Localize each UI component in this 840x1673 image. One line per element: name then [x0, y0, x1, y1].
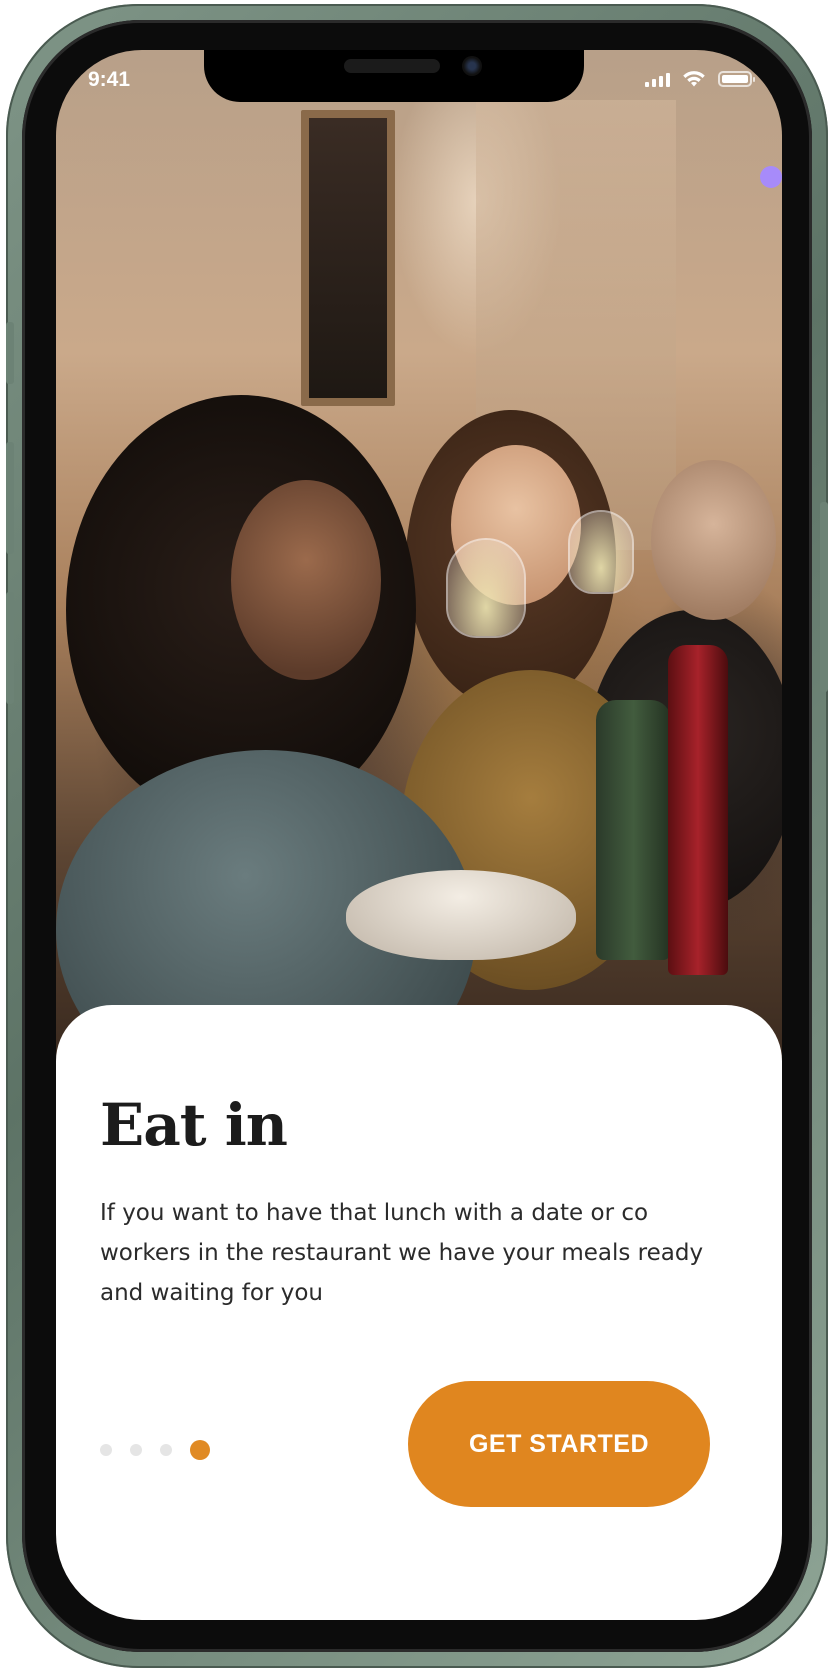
volume-down-button [6, 592, 14, 704]
card-description: If you want to have that lunch with a da… [100, 1200, 704, 1306]
pagination-dot[interactable] [160, 1444, 172, 1456]
wifi-icon [683, 71, 705, 87]
indicator-dot [760, 166, 782, 188]
onboarding-card: Eat in If you want to have that lunch wi… [56, 1005, 782, 1620]
mute-switch [6, 322, 14, 384]
front-camera [462, 56, 482, 76]
power-button [820, 502, 828, 692]
pagination-dot-active[interactable] [190, 1440, 210, 1460]
photo-wine-glass [570, 512, 632, 592]
app-screen: 9:41 Eat in If you want to have that lun… [56, 50, 782, 1620]
status-icons [645, 70, 755, 87]
speaker-grille [344, 59, 440, 73]
hero-photo [56, 50, 782, 1110]
volume-up-button [6, 442, 14, 554]
signal-bars-icon [645, 73, 670, 87]
card-title: Eat in [100, 1091, 288, 1159]
photo-wall-frame [301, 110, 395, 406]
photo-wine-glass [448, 540, 524, 636]
photo-person-right-face [651, 460, 776, 620]
battery-icon [718, 71, 755, 87]
pagination-dots [100, 1440, 210, 1460]
notch [204, 50, 584, 102]
photo-person-left-face [231, 480, 381, 680]
get-started-button[interactable]: GET STARTED [408, 1381, 710, 1507]
pagination-dot[interactable] [130, 1444, 142, 1456]
photo-bowl [346, 870, 576, 960]
photo-bottle-red [668, 645, 728, 975]
status-time: 9:41 [88, 68, 131, 91]
photo-bottle-green [596, 700, 671, 960]
pagination-dot[interactable] [100, 1444, 112, 1456]
